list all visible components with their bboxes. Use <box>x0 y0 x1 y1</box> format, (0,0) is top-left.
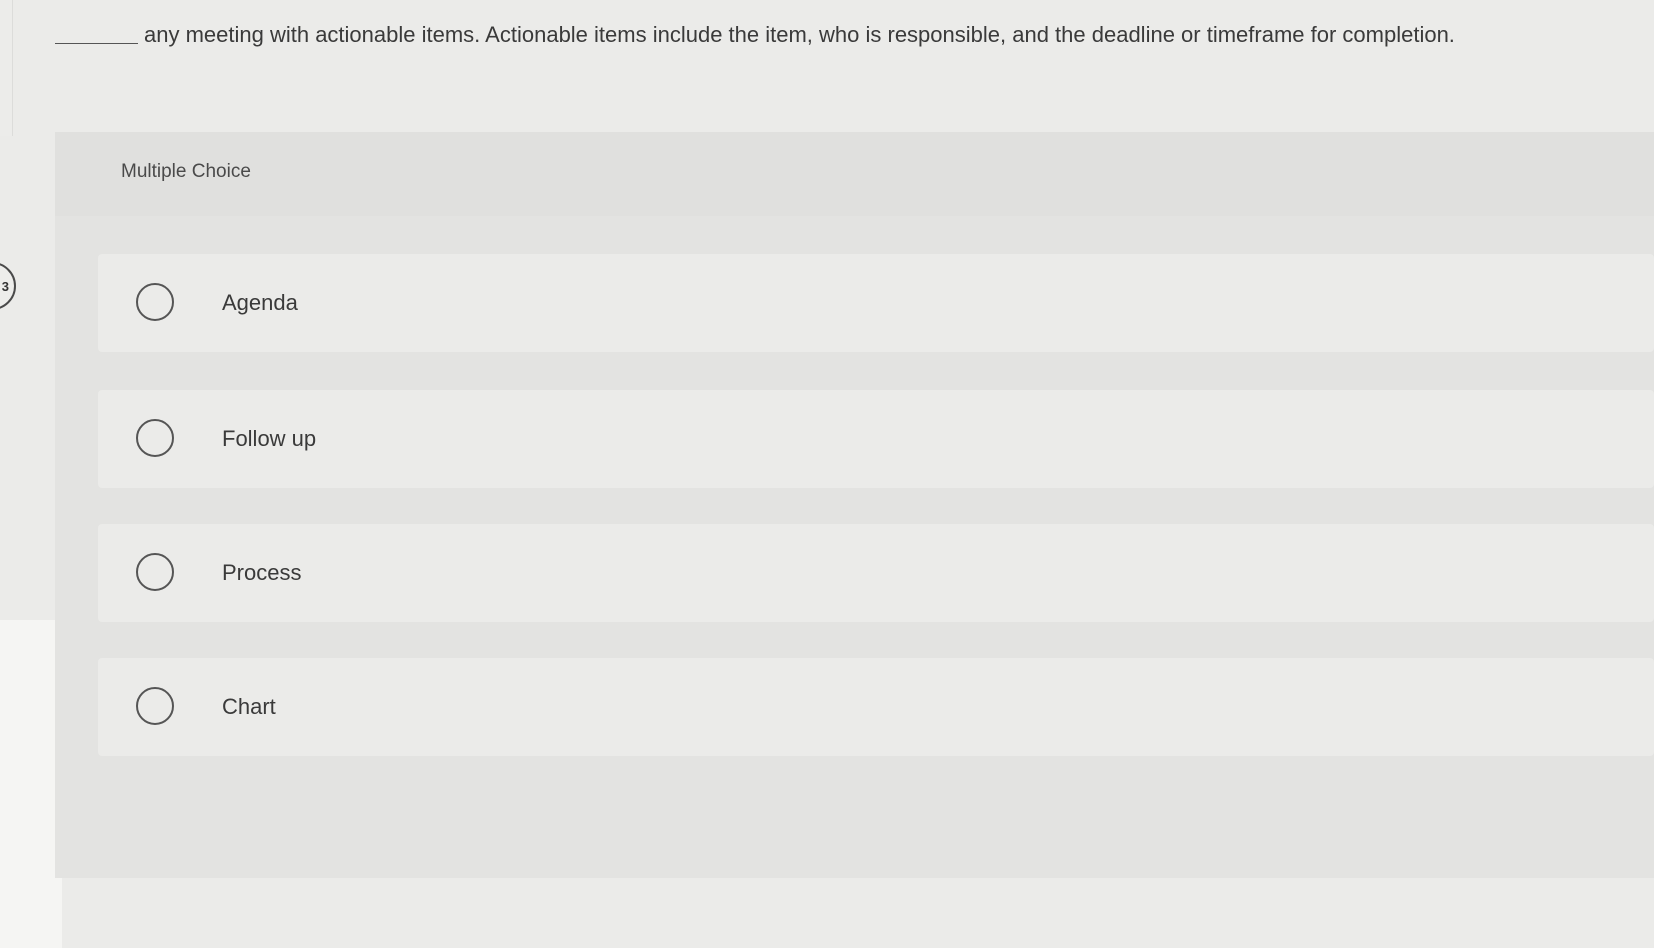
question-text: any meeting with actionable items. Actio… <box>144 22 1455 47</box>
choice-label-process: Process <box>222 560 302 585</box>
radio-button-follow-up[interactable] <box>136 419 174 457</box>
multiple-choice-label: Multiple Choice <box>121 161 251 182</box>
multiple-choice-header: Multiple Choice <box>55 132 1654 216</box>
choice-label-chart: Chart <box>222 694 276 719</box>
radio-button-agenda[interactable] <box>136 283 174 321</box>
question-nav-number: 3 <box>1 278 9 294</box>
choice-option-process[interactable]: Process <box>98 524 1654 622</box>
choice-option-chart[interactable]: Chart <box>98 658 1654 756</box>
left-rail <box>0 0 13 136</box>
question-nav-tab[interactable]: 3 <box>0 262 16 310</box>
choice-option-follow-up[interactable]: Follow up <box>98 390 1654 488</box>
fill-in-blank <box>55 43 138 44</box>
choice-label-follow-up: Follow up <box>222 426 317 451</box>
choice-option-agenda[interactable]: Agenda <box>98 254 1654 352</box>
question-prompt: any meeting with actionable items. Actio… <box>55 20 1654 50</box>
radio-button-process[interactable] <box>136 553 174 591</box>
screen-glare <box>0 620 62 948</box>
radio-button-chart[interactable] <box>136 687 174 725</box>
multiple-choice-panel: Multiple Choice Agenda Follow up Process… <box>55 132 1654 878</box>
choice-label-agenda: Agenda <box>222 290 298 315</box>
